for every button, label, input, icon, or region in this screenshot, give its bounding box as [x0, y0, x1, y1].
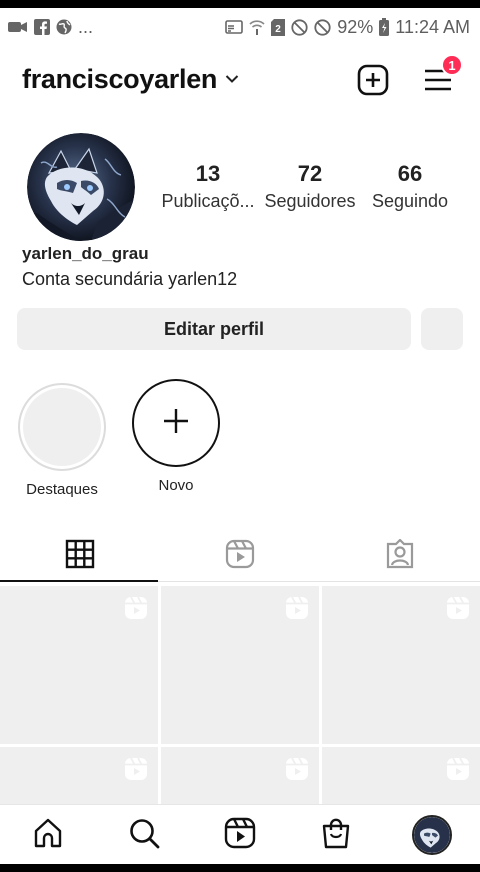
svg-text:2: 2	[275, 24, 281, 35]
stat-following[interactable]: 66 Seguindo	[366, 160, 454, 214]
dnd-icon	[291, 18, 308, 36]
nav-profile[interactable]	[412, 815, 452, 855]
highlight-circle	[18, 383, 106, 471]
stat-posts[interactable]: 13 Publicaçõ...	[160, 160, 256, 214]
profile-header: franciscoyarlen	[0, 56, 480, 102]
following-count: 66	[397, 161, 423, 186]
post-thumbnail[interactable]	[322, 747, 480, 807]
post-thumbnail[interactable]	[161, 586, 319, 744]
tagged-user-icon	[385, 537, 415, 574]
post-thumbnail[interactable]	[0, 586, 158, 744]
profile-tabs	[0, 530, 480, 582]
search-icon	[128, 817, 160, 854]
profile-name: yarlen_do_grau	[22, 244, 149, 263]
highlight-destaques[interactable]: Destaques	[14, 383, 110, 498]
battery-icon	[379, 18, 390, 36]
plus-icon	[162, 407, 190, 440]
reel-icon	[285, 596, 309, 625]
video-icon	[8, 20, 28, 34]
status-right: 2 92% 11:24 AM	[225, 17, 470, 38]
facebook-icon	[34, 19, 50, 35]
notification-badge: 1	[441, 54, 463, 76]
post-thumbnail[interactable]	[322, 586, 480, 744]
nav-home[interactable]	[28, 815, 68, 855]
posts-grid	[0, 586, 480, 807]
following-label: Seguindo	[371, 191, 449, 211]
profile-avatar[interactable]	[27, 133, 135, 241]
wifi-icon	[249, 19, 265, 35]
bottom-navigation	[0, 804, 480, 864]
profile-username: franciscoyarlen	[22, 64, 218, 94]
profile-avatar-small	[414, 817, 450, 853]
globe-icon	[56, 19, 72, 35]
edit-profile-button[interactable]: Editar perfil	[17, 308, 411, 350]
tab-grid[interactable]	[0, 530, 160, 582]
cast-icon	[225, 20, 244, 34]
highlight-label: Destaques	[26, 481, 98, 498]
battery-percent: 92%	[337, 16, 374, 37]
post-thumbnail[interactable]	[161, 747, 319, 807]
shopping-bag-icon	[320, 817, 352, 854]
nav-reels[interactable]	[220, 815, 260, 855]
stat-followers[interactable]: 72 Seguidores	[262, 160, 358, 214]
reels-icon	[224, 817, 256, 854]
new-post-button[interactable]	[357, 64, 389, 96]
status-left: ...	[8, 17, 93, 38]
active-tab-indicator	[0, 580, 158, 582]
plus-square-icon	[357, 64, 389, 100]
reel-icon	[446, 596, 470, 625]
profile-bio: Conta secundária yarlen12	[22, 269, 238, 289]
sim-icon: 2	[271, 18, 286, 36]
reel-icon	[446, 757, 470, 786]
status-overflow: ...	[78, 16, 94, 37]
reels-icon	[225, 539, 255, 574]
status-bar: ... 2 92% 11:24 AM	[0, 8, 480, 46]
tab-tagged[interactable]	[320, 530, 480, 582]
tab-reels[interactable]	[160, 530, 320, 582]
posts-label: Publicaçõ...	[161, 191, 255, 211]
posts-count: 13	[195, 161, 221, 186]
highlight-label: Novo	[158, 477, 194, 494]
nav-search[interactable]	[124, 815, 164, 855]
reel-icon	[124, 596, 148, 625]
home-icon	[32, 817, 64, 854]
status-time: 11:24 AM	[395, 16, 470, 37]
hamburger-menu-icon	[422, 69, 454, 100]
nav-shop[interactable]	[316, 815, 356, 855]
highlight-new[interactable]: Novo	[128, 379, 224, 494]
grid-icon	[65, 539, 95, 574]
reel-icon	[285, 757, 309, 786]
instagram-profile-screen: ... 2 92% 11:24 AM franciscoyarlen 1 13 …	[0, 8, 480, 864]
reel-icon	[124, 757, 148, 786]
block-icon	[314, 18, 331, 36]
new-highlight-circle	[132, 379, 220, 467]
followers-label: Seguidores	[264, 191, 356, 211]
wolf-avatar-image	[27, 133, 135, 241]
account-switcher[interactable]: franciscoyarlen	[22, 64, 239, 95]
discover-people-button[interactable]	[421, 308, 463, 350]
chevron-down-icon	[225, 71, 239, 89]
post-thumbnail[interactable]	[0, 747, 158, 807]
followers-count: 72	[297, 161, 323, 186]
